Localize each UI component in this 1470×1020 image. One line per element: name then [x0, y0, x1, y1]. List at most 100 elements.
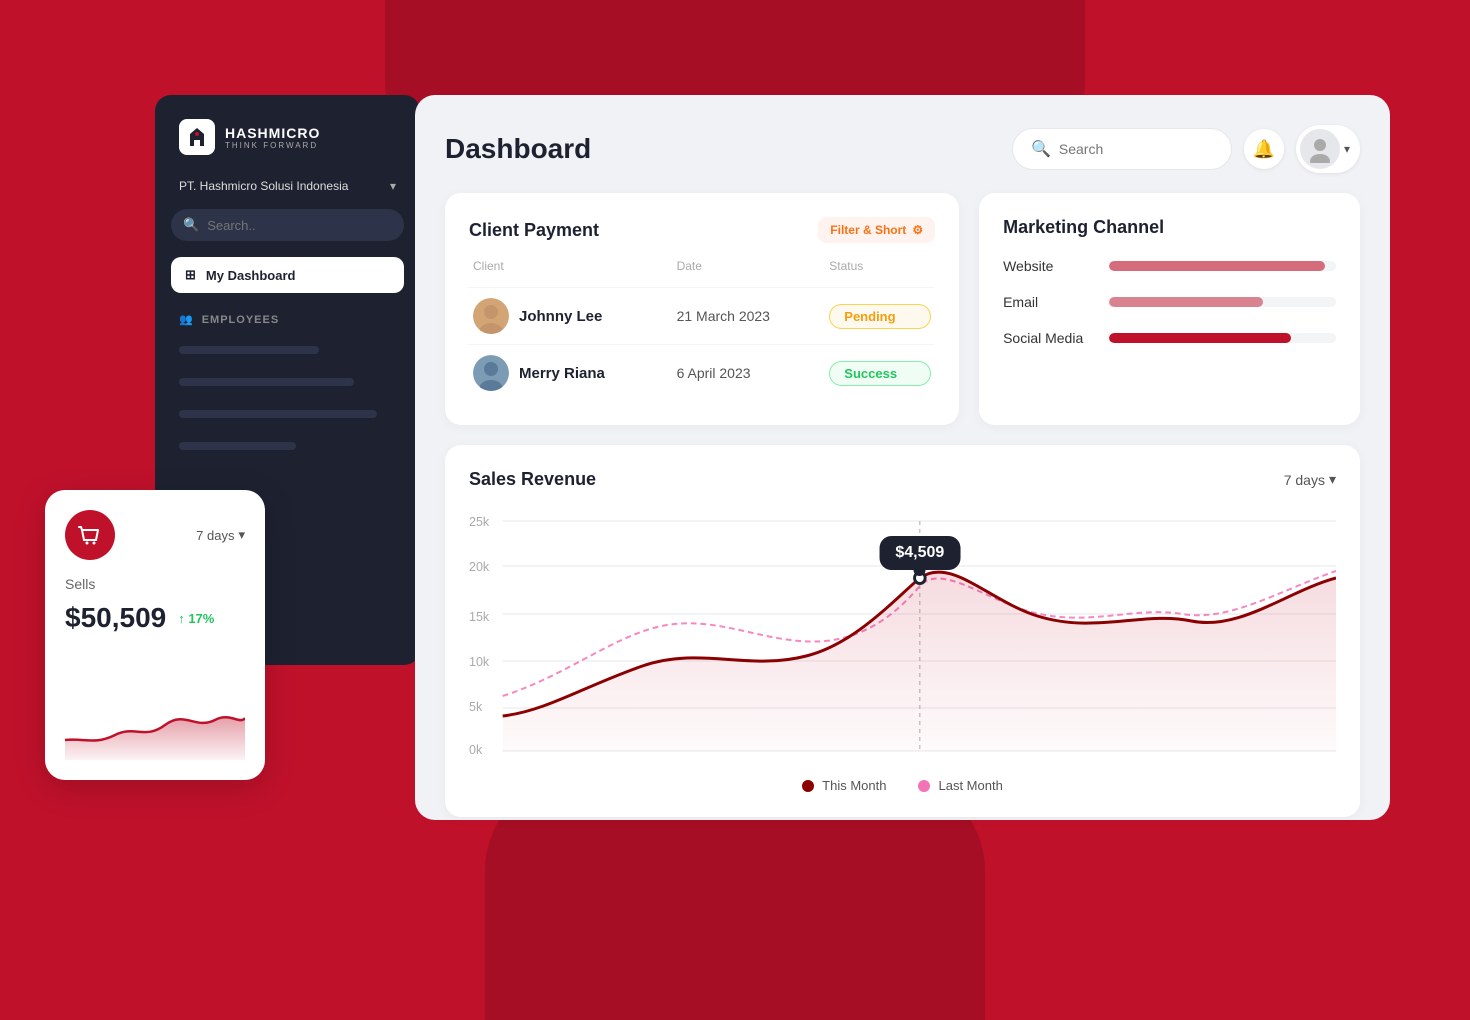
marketing-rows: Website Email Social Media [1003, 258, 1336, 346]
client-payment-title: Client Payment [469, 220, 599, 241]
sidebar-search-input[interactable] [207, 218, 392, 233]
legend-dot-this-month [802, 780, 814, 792]
filter-icon: ⚙ [912, 223, 923, 237]
client-avatar-1 [473, 298, 509, 334]
channel-label-social: Social Media [1003, 330, 1093, 346]
client-info-1: Johnny Lee [473, 298, 677, 334]
legend-dot-last-month [918, 780, 930, 792]
marketing-row-social: Social Media [1003, 330, 1336, 346]
table-row: Johnny Lee 21 March 2023 Pending [469, 287, 935, 344]
sidebar-item-dashboard[interactable]: ⊞ My Dashboard [171, 257, 404, 293]
chevron-down-icon: ▾ [390, 179, 396, 193]
sells-label: Sells [65, 576, 245, 592]
svg-text:5k: 5k [469, 699, 483, 714]
avatar-chevron-icon: ▾ [1344, 142, 1350, 156]
status-badge-2: Success [829, 361, 931, 386]
employees-icon: 👥 [179, 313, 194, 326]
client-date-1: 21 March 2023 [677, 308, 830, 324]
svg-text:15k: 15k [469, 609, 490, 624]
notification-icon: 🔔 [1253, 139, 1275, 160]
sales-revenue-card: Sales Revenue 7 days ▾ $4,509 25k [445, 445, 1360, 817]
main-search-icon: 🔍 [1031, 139, 1051, 159]
main-area: Dashboard 🔍 🔔 ▾ [415, 95, 1390, 820]
company-name: PT. Hashmicro Solusi Indonesia [179, 179, 348, 193]
client-name-1: Johnny Lee [519, 308, 602, 325]
nav-skeleton-2 [179, 378, 354, 386]
channel-label-website: Website [1003, 258, 1093, 274]
section-label: EMPLOYEES [202, 314, 279, 326]
bar-fill-social [1109, 333, 1291, 343]
svg-text:0k: 0k [469, 742, 483, 757]
status-badge-1: Pending [829, 304, 931, 329]
client-date-2: 6 April 2023 [677, 365, 830, 381]
client-payment-card: Client Payment Filter & Short ⚙ Client D… [445, 193, 959, 425]
marketing-title: Marketing Channel [1003, 217, 1164, 237]
logo-text: HASHMICRO THINK FORWARD [225, 125, 320, 150]
brand-tagline: THINK FORWARD [225, 141, 320, 150]
sells-days-label: 7 days [196, 528, 234, 543]
filter-button[interactable]: Filter & Short ⚙ [818, 217, 935, 243]
dashboard-icon: ⊞ [185, 267, 196, 283]
sales-title: Sales Revenue [469, 469, 596, 490]
sales-header: Sales Revenue 7 days ▾ [469, 469, 1336, 490]
top-actions: 🔍 🔔 ▾ [1012, 125, 1360, 173]
logo: HASHMICRO THINK FORWARD [171, 119, 404, 155]
col-status: Status [829, 259, 931, 273]
table-row: Merry Riana 6 April 2023 Success [469, 344, 935, 401]
top-bar: Dashboard 🔍 🔔 ▾ [445, 125, 1360, 173]
marketing-row-website: Website [1003, 258, 1336, 274]
table-header: Client Date Status [469, 259, 935, 273]
sells-days-selector[interactable]: 7 days ▾ [196, 527, 245, 543]
client-info-2: Merry Riana [473, 355, 677, 391]
main-search-bar[interactable]: 🔍 [1012, 128, 1232, 170]
sales-days-selector[interactable]: 7 days ▾ [1284, 471, 1336, 488]
col-date: Date [677, 259, 830, 273]
logo-icon [179, 119, 215, 155]
bar-track-social [1109, 333, 1336, 343]
company-selector[interactable]: PT. Hashmicro Solusi Indonesia ▾ [171, 179, 404, 193]
sells-chevron-icon: ▾ [238, 527, 245, 543]
filter-label: Filter & Short [830, 223, 906, 237]
sidebar-search-bar[interactable]: 🔍 [171, 209, 404, 241]
avatar-dropdown[interactable]: ▾ [1296, 125, 1360, 173]
sales-days-label: 7 days [1284, 472, 1325, 488]
sells-card-header: 7 days ▾ [65, 510, 245, 560]
sales-chevron-icon: ▾ [1329, 471, 1336, 488]
marketing-channel-card: Marketing Channel Website Email Social M… [979, 193, 1360, 425]
sells-icon-circle [65, 510, 115, 560]
chart-tooltip: $4,509 [879, 536, 960, 570]
chart-legend: This Month Last Month [469, 778, 1336, 793]
svg-text:20k: 20k [469, 559, 490, 574]
col-client: Client [473, 259, 677, 273]
sells-card: 7 days ▾ Sells $50,509 ↑ 17% [45, 490, 265, 780]
page-title: Dashboard [445, 133, 591, 165]
bar-track-website [1109, 261, 1336, 271]
nav-section-employees: 👥 EMPLOYEES [171, 313, 404, 326]
sidebar-item-label: My Dashboard [206, 268, 296, 283]
notification-button[interactable]: 🔔 [1244, 129, 1284, 169]
client-avatar-2 [473, 355, 509, 391]
brand-name: HASHMICRO [225, 125, 320, 141]
tooltip-value: $4,509 [895, 544, 944, 561]
channel-label-email: Email [1003, 294, 1093, 310]
nav-skeleton-3 [179, 410, 377, 418]
marketing-row-email: Email [1003, 294, 1336, 310]
sells-mini-chart [65, 690, 245, 760]
legend-label-this-month: This Month [822, 778, 886, 793]
sales-chart: $4,509 25k 20k 15k 10k 5k 0k [469, 506, 1336, 766]
bar-track-email [1109, 297, 1336, 307]
nav-skeleton-4 [179, 442, 296, 450]
svg-text:10k: 10k [469, 654, 490, 669]
search-icon: 🔍 [183, 217, 199, 233]
svg-text:25k: 25k [469, 514, 490, 529]
client-payment-header: Client Payment Filter & Short ⚙ [469, 217, 935, 243]
content-row-1: Client Payment Filter & Short ⚙ Client D… [445, 193, 1360, 425]
legend-this-month: This Month [802, 778, 886, 793]
client-name-2: Merry Riana [519, 365, 605, 382]
sells-value: $50,509 [65, 602, 166, 634]
sells-change: ↑ 17% [178, 611, 214, 626]
bar-fill-website [1109, 261, 1325, 271]
bar-fill-email [1109, 297, 1263, 307]
main-search-input[interactable] [1059, 141, 1213, 157]
nav-skeleton-1 [179, 346, 319, 354]
